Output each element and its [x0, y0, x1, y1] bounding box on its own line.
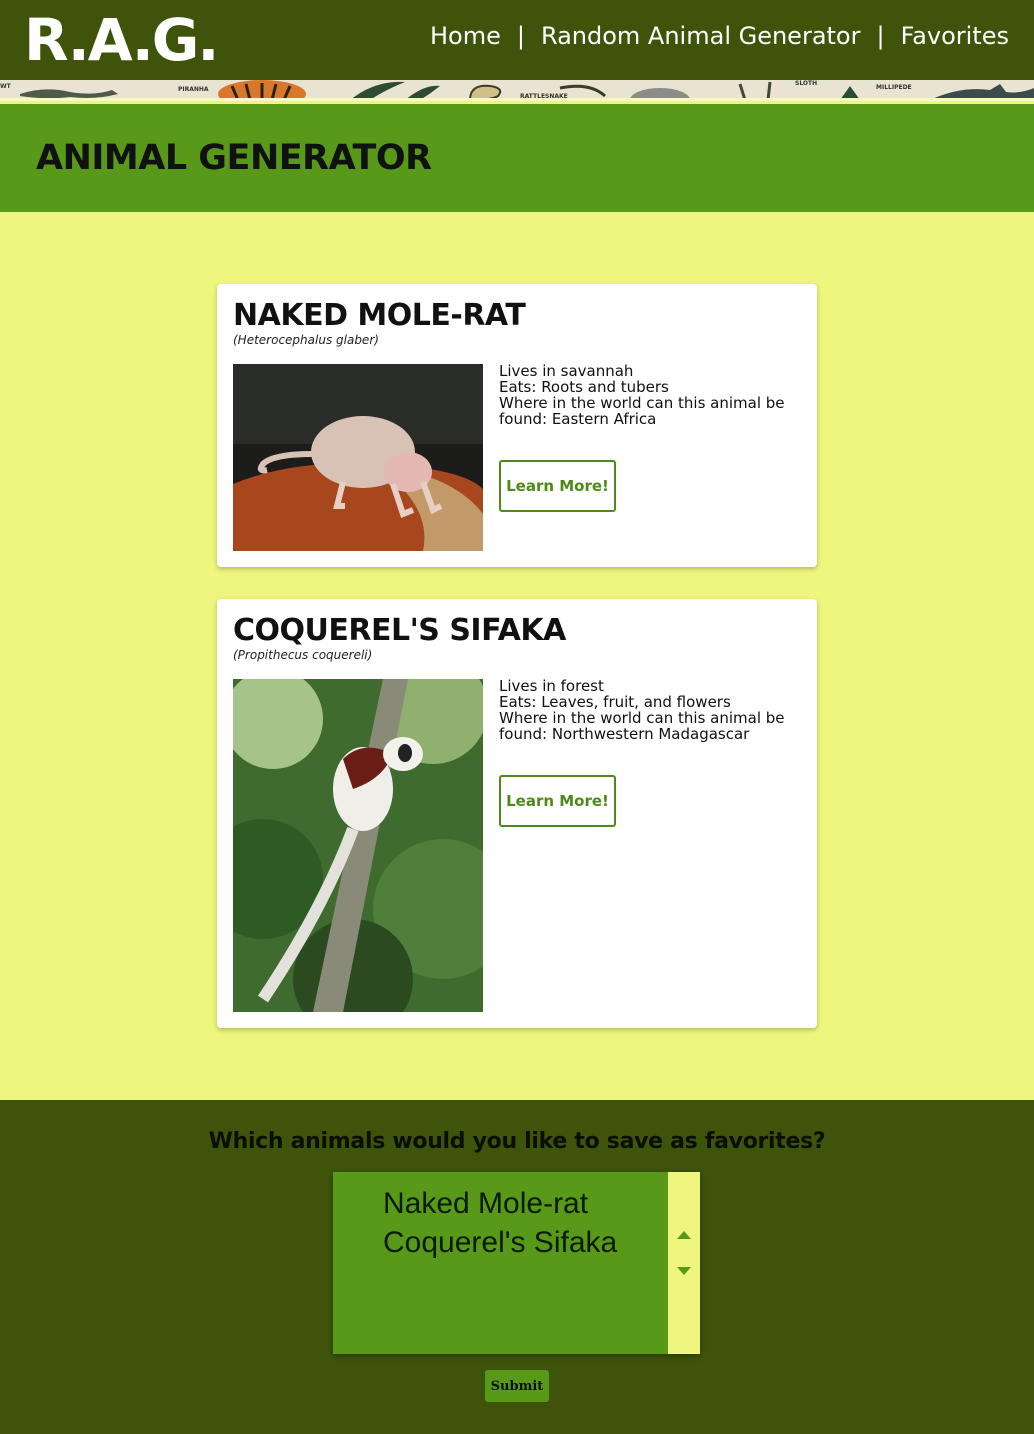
animal-name: COQUEREL'S SIFAKA — [233, 613, 566, 648]
animal-location: Where in the world can this animal be fo… — [499, 394, 785, 428]
animal-location: Where in the world can this animal be fo… — [499, 709, 785, 743]
main-nav: Home | Random Animal Generator | Favorit… — [430, 22, 1009, 50]
animal-photo — [233, 679, 483, 1012]
animal-scientific-name: (Heterocephalus glaber) — [233, 333, 379, 347]
page-title: ANIMAL GENERATOR — [36, 138, 432, 178]
site-logo[interactable]: R.A.G. — [24, 4, 219, 76]
animal-diet: Eats: Roots and tubers — [499, 378, 669, 396]
animal-facts: Lives in savannah Eats: Roots and tubers… — [499, 363, 809, 427]
learn-more-button[interactable]: Learn More! — [499, 775, 616, 827]
banner-label-sloth: SLOTH — [795, 80, 817, 87]
learn-more-button[interactable]: Learn More! — [499, 460, 616, 512]
animal-facts: Lives in forest Eats: Leaves, fruit, and… — [499, 678, 809, 742]
banner-illustration: WT PIRANHA RATTLESNAKE SLOTH MILLIPEDE — [0, 80, 1034, 100]
animal-card: NAKED MOLE-RAT (Heterocephalus glaber) L… — [217, 284, 817, 567]
scroll-down-arrow-icon[interactable] — [677, 1267, 691, 1275]
favorites-form: Which animals would you like to save as … — [0, 1100, 1034, 1434]
animal-diet: Eats: Leaves, fruit, and flowers — [499, 693, 731, 711]
page-heading-band: ANIMAL GENERATOR — [0, 104, 1034, 212]
animal-photo — [233, 364, 483, 551]
scroll-up-arrow-icon[interactable] — [677, 1231, 691, 1239]
listbox-scrollbar[interactable] — [668, 1172, 700, 1354]
banner-label-millipede: MILLIPEDE — [876, 84, 912, 91]
nav-random-animal-generator-link[interactable]: Random Animal Generator — [541, 22, 861, 50]
nav-favorites-link[interactable]: Favorites — [901, 22, 1009, 50]
nav-separator: | — [516, 22, 525, 50]
animal-scientific-name: (Propithecus coquereli) — [233, 648, 373, 662]
favorites-options: Naked Mole-rat Coquerel's Sifaka — [383, 1184, 617, 1262]
favorites-select[interactable]: Naked Mole-rat Coquerel's Sifaka — [333, 1172, 700, 1354]
coquerels-sifaka-photo — [233, 679, 483, 1012]
animal-illustration-banner: WT PIRANHA RATTLESNAKE SLOTH MILLIPEDE — [0, 80, 1034, 101]
animal-name: NAKED MOLE-RAT — [233, 298, 526, 333]
favorites-question: Which animals would you like to save as … — [208, 1129, 826, 1154]
naked-mole-rat-photo — [233, 364, 483, 551]
banner-label-wt: WT — [0, 83, 12, 90]
favorite-option[interactable]: Coquerel's Sifaka — [383, 1223, 617, 1262]
animal-card: COQUEREL'S SIFAKA (Propithecus coquereli… — [217, 599, 817, 1028]
nav-home-link[interactable]: Home — [430, 22, 501, 50]
animal-habitat: Lives in forest — [499, 677, 604, 695]
nav-separator: | — [876, 22, 885, 50]
banner-label-rattlesnake: RATTLESNAKE — [520, 93, 568, 100]
animal-habitat: Lives in savannah — [499, 362, 634, 380]
top-navbar: R.A.G. Home | Random Animal Generator | … — [0, 0, 1034, 80]
banner-label-piranha: PIRANHA — [178, 86, 209, 93]
submit-button[interactable]: Submit — [485, 1370, 549, 1402]
favorite-option[interactable]: Naked Mole-rat — [383, 1184, 617, 1223]
